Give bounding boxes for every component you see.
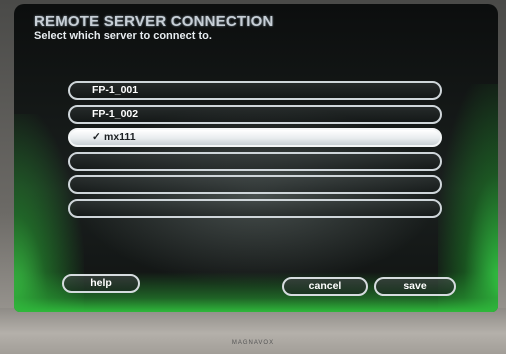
- server-label: mx111: [104, 131, 136, 143]
- server-option-2[interactable]: FP-1_002: [68, 104, 442, 124]
- server-option-5[interactable]: [68, 175, 442, 194]
- help-button[interactable]: help: [62, 274, 140, 293]
- server-option-4[interactable]: [68, 151, 442, 171]
- server-option-3[interactable]: ✓ mx111: [68, 128, 442, 147]
- server-option-6[interactable]: [68, 198, 442, 218]
- cancel-button[interactable]: cancel: [282, 277, 368, 296]
- save-button[interactable]: save: [374, 277, 456, 296]
- server-label: FP-1_001: [92, 84, 139, 96]
- page-title: REMOTE SERVER CONNECTION: [34, 13, 274, 30]
- server-option-1[interactable]: FP-1_001: [68, 81, 442, 100]
- tv-screen: REMOTE SERVER CONNECTION Select which se…: [14, 4, 498, 312]
- server-list: FP-1_001 FP-1_002 ✓ mx111: [68, 81, 442, 222]
- server-label: FP-1_002: [92, 107, 139, 120]
- page-subtitle: Select which server to connect to.: [34, 30, 212, 42]
- brand-logo: MAGNAVOX: [231, 340, 275, 346]
- monitor-bezel-bottom: [0, 308, 506, 354]
- checkmark-icon: ✓: [92, 131, 101, 143]
